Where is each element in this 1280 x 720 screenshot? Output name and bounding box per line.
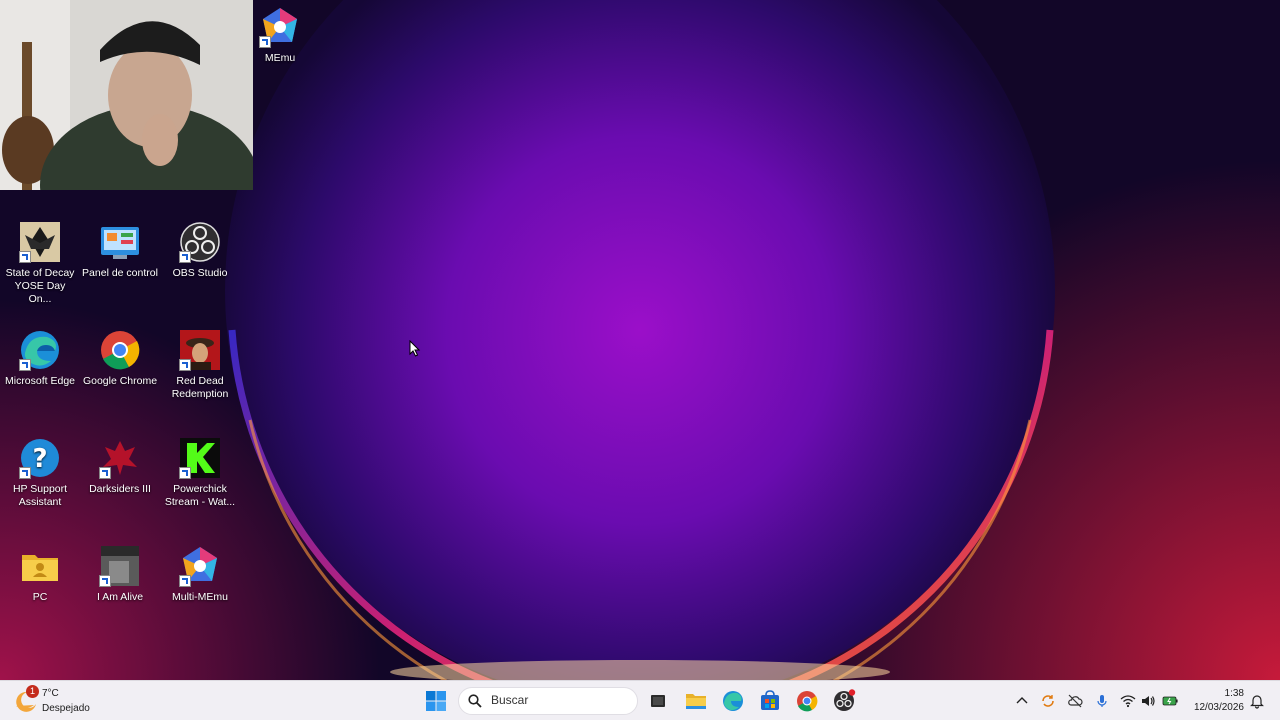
tray-sync[interactable] (1040, 693, 1056, 709)
desktop-icon-label: State of Decay YOSE Day On... (5, 267, 75, 305)
chrome-icon (797, 691, 818, 712)
desktop-icon-red-dead-redemption[interactable]: Red Dead Redemption (162, 329, 238, 401)
powerchick-icon (179, 437, 221, 479)
weather-widget[interactable]: 1 7°C Despejado (14, 685, 124, 717)
store-icon (761, 690, 779, 710)
clock-time: 1:38 (1224, 688, 1244, 699)
desktop-icon-label: Google Chrome (82, 375, 158, 387)
sync-icon (1042, 695, 1054, 707)
desktop-icon-label: I Am Alive (96, 591, 144, 603)
notification-badge: 1 (26, 685, 39, 698)
desktop-icon-state-of-decay[interactable]: State of Decay YOSE Day On... (2, 221, 78, 306)
desktop-icon-label: MEmu (264, 52, 296, 64)
desktop-icon-pc[interactable]: PC (2, 545, 78, 604)
system-clock[interactable]: 1:38 12/03/2026 (1184, 687, 1244, 715)
taskbar-search[interactable] (458, 687, 638, 715)
file-explorer-icon (686, 694, 706, 709)
taskbar-store[interactable] (758, 689, 782, 713)
desktop-icon-label: OBS Studio (172, 267, 228, 279)
taskbar: 1 7°C Despejado Buscar 1:38 12/03/2026 (0, 680, 1280, 720)
multi-memu-icon (179, 545, 221, 587)
desktop-icon-darksiders[interactable]: Darksiders III (82, 437, 158, 496)
darksiders-icon (99, 437, 141, 479)
windows-logo-icon (426, 691, 446, 711)
start-button[interactable] (425, 690, 447, 712)
speaker-icon (1142, 696, 1155, 706)
desktop-icon-label: PC (32, 591, 48, 603)
taskbar-file-explorer[interactable] (684, 689, 708, 713)
desktop-icon-label: Multi-MEmu (171, 591, 228, 603)
search-input[interactable] (489, 692, 633, 708)
bell-icon (1250, 695, 1264, 709)
desktop-icon-multi-memu[interactable]: Multi-MEmu (162, 545, 238, 604)
desktop: MEmu State of Decay YOSE Day On... Panel… (0, 0, 1280, 680)
taskbar-task-view[interactable] (646, 689, 670, 713)
edge-icon (19, 329, 61, 371)
tray-battery[interactable] (1162, 693, 1178, 709)
tray-wifi[interactable] (1120, 693, 1136, 709)
notification-center[interactable] (1250, 693, 1264, 714)
edge-icon (723, 691, 743, 711)
i-am-alive-icon (99, 545, 141, 587)
red-dead-icon (179, 329, 221, 371)
control-panel-icon (99, 221, 141, 263)
desktop-icon-label: Red Dead Redemption (171, 375, 229, 400)
chevron-up-icon (1016, 697, 1028, 704)
desktop-icon-control-panel[interactable]: Panel de control (82, 221, 158, 280)
tray-onedrive[interactable] (1067, 693, 1083, 709)
desktop-icon-label: Microsoft Edge (4, 375, 76, 387)
desktop-icon-label: Darksiders III (89, 483, 151, 495)
obs-studio-icon (179, 221, 221, 263)
desktop-icon-memu[interactable]: MEmu (242, 6, 318, 65)
taskbar-chrome[interactable] (795, 689, 819, 713)
obs-icon (834, 689, 856, 711)
tray-microphone[interactable] (1094, 693, 1110, 709)
state-of-decay-icon (19, 221, 61, 263)
mouse-cursor-icon (409, 340, 421, 357)
battery-icon (1162, 696, 1178, 706)
taskbar-obs[interactable] (832, 689, 856, 713)
desktop-icon-microsoft-edge[interactable]: Microsoft Edge (2, 329, 78, 388)
weather-condition: Despejado (42, 703, 90, 714)
search-icon (468, 694, 482, 708)
wifi-icon (1120, 695, 1136, 708)
desktop-icon-powerchick[interactable]: Powerchick Stream - Wat... (162, 437, 238, 509)
hp-support-icon: ? (19, 437, 61, 479)
desktop-icon-label: HP Support Assistant (12, 483, 68, 508)
desktop-icon-i-am-alive[interactable]: I Am Alive (82, 545, 158, 604)
webcam-overlay (0, 0, 253, 190)
svg-text:?: ? (32, 444, 47, 474)
task-view-icon (651, 695, 665, 707)
memu-icon (259, 6, 301, 48)
taskbar-edge[interactable] (721, 689, 745, 713)
desktop-icon-label: Powerchick Stream - Wat... (164, 483, 236, 508)
show-hidden-icons[interactable] (1014, 693, 1030, 709)
desktop-icon-hp-support[interactable]: ? HP Support Assistant (2, 437, 78, 509)
microphone-icon (1097, 695, 1107, 707)
clock-date: 12/03/2026 (1193, 702, 1244, 713)
desktop-icon-label: Panel de control (82, 267, 158, 279)
pc-folder-icon (19, 545, 61, 587)
desktop-icon-obs-studio[interactable]: OBS Studio (162, 221, 238, 280)
desktop-icon-google-chrome[interactable]: Google Chrome (82, 329, 158, 388)
weather-temperature: 7°C (42, 688, 59, 699)
tray-volume[interactable] (1140, 693, 1156, 709)
cloud-off-icon (1068, 694, 1083, 708)
chrome-icon (99, 329, 141, 371)
